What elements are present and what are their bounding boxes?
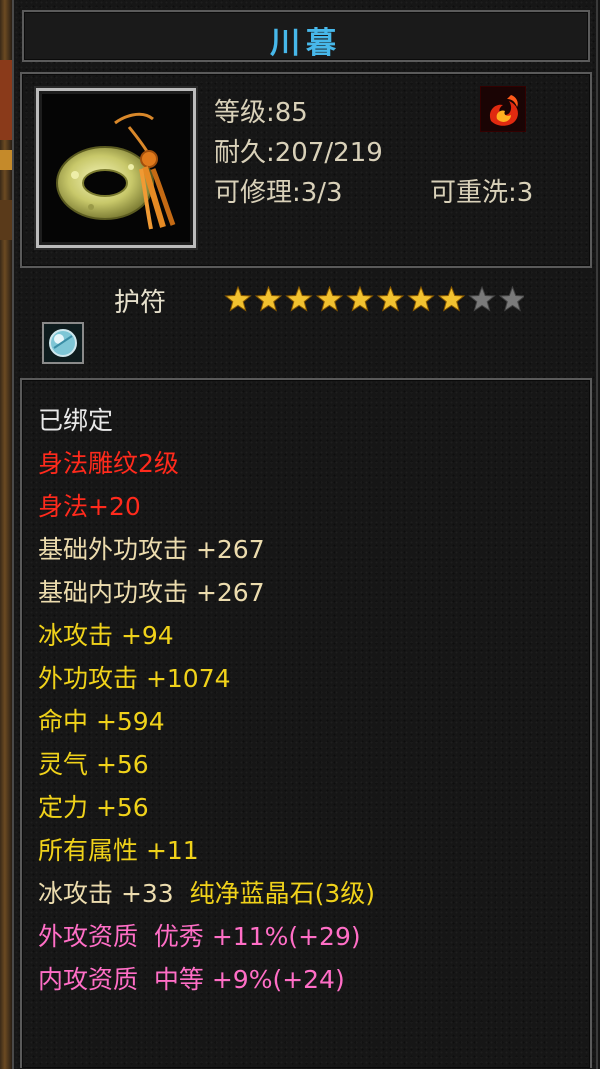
star-filled-icon <box>376 286 405 312</box>
gem-attribute-line: 冰攻击 +33 纯净蓝晶石(3级) <box>38 879 375 909</box>
jade-ring-amulet-icon <box>45 97 187 239</box>
gem-name: 纯净蓝晶石(3级) <box>189 879 376 908</box>
item-durability: 耐久:207/219 <box>214 138 383 168</box>
ice-attack-attribute: 冰攻击 +94 <box>38 621 174 650</box>
star-filled-icon <box>437 286 466 312</box>
external-attack-attribute: 外功攻击 +1074 <box>38 664 231 693</box>
item-repair-count: 可修理:3/3 <box>214 178 343 208</box>
focus-attribute: 定力 +56 <box>38 793 149 822</box>
star-rating <box>224 286 524 312</box>
star-empty-icon <box>498 286 524 312</box>
star-filled-icon <box>315 286 344 312</box>
bound-status: 已绑定 <box>38 406 114 435</box>
hit-attribute: 命中 +594 <box>38 707 165 736</box>
star-filled-icon <box>407 286 435 312</box>
all-attributes-bonus: 所有属性 +11 <box>38 836 199 865</box>
star-filled-icon <box>285 286 313 312</box>
internal-quality: 内攻资质 中等 +9%(+24) <box>38 965 345 994</box>
item-type-star-row: 护符 <box>14 278 600 318</box>
spirit-attribute: 灵气 +56 <box>38 750 149 779</box>
item-tooltip-panel: 川暮 等级:85 耐久:207/219 可修理:3/3 可重洗:3 护符 已绑定… <box>12 0 598 1069</box>
star-empty-icon <box>468 286 496 312</box>
agility-attribute: 身法+20 <box>38 492 141 521</box>
engrave-attribute: 身法雕纹2级 <box>38 449 179 478</box>
item-attributes-section: 已绑定 身法雕纹2级 身法+20 基础外功攻击 +267 基础内功攻击 +267… <box>20 378 592 1068</box>
blue-crystal-gem-icon[interactable] <box>42 322 84 364</box>
item-name: 川暮 <box>270 26 342 61</box>
item-title-bar: 川暮 <box>22 10 590 62</box>
star-filled-icon <box>254 286 283 312</box>
fire-element-icon <box>480 86 526 132</box>
star-filled-icon <box>346 286 374 312</box>
item-icon-frame[interactable] <box>36 88 196 248</box>
gem-stat: 冰攻击 +33 <box>38 879 174 908</box>
base-internal-attack: 基础内功攻击 +267 <box>38 578 265 607</box>
item-type-label: 护符 <box>114 288 167 318</box>
item-rewash-count: 可重洗:3 <box>430 178 534 208</box>
star-filled-icon <box>224 286 252 312</box>
item-level: 等级:85 <box>214 98 308 128</box>
item-summary-section: 等级:85 耐久:207/219 可修理:3/3 可重洗:3 <box>20 72 592 268</box>
left-window-edge <box>0 0 12 1069</box>
base-external-attack: 基础外功攻击 +267 <box>38 535 265 564</box>
external-quality: 外攻资质 优秀 +11%(+29) <box>38 922 361 951</box>
